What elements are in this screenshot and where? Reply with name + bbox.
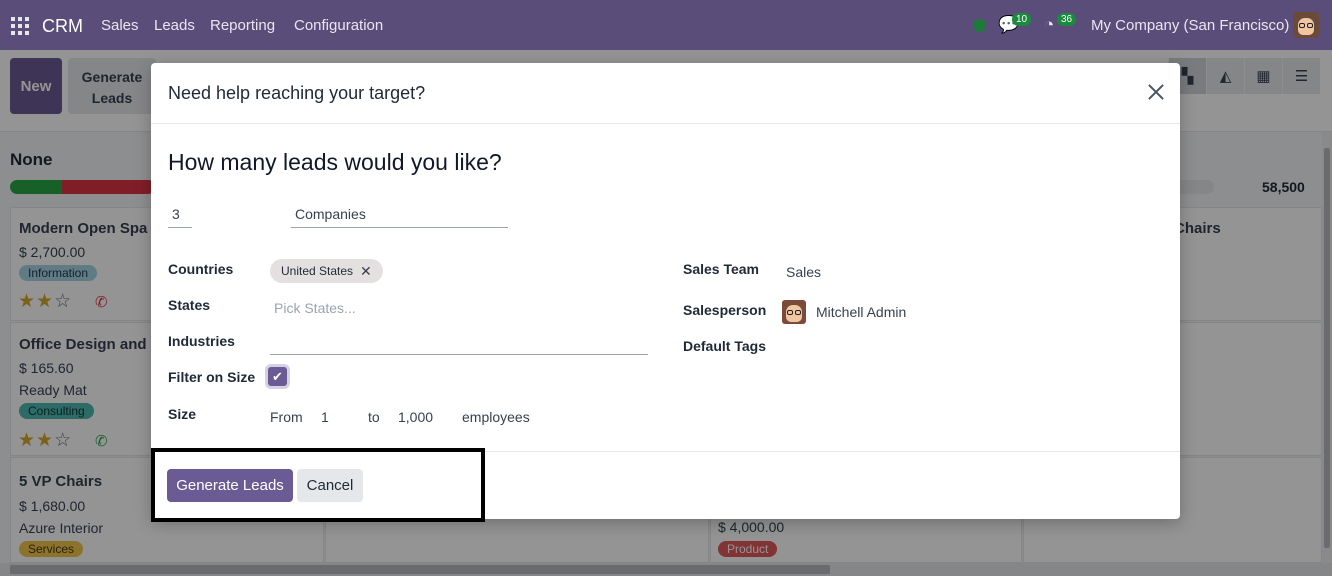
close-icon[interactable] — [1145, 81, 1167, 103]
menu-configuration[interactable]: Configuration — [294, 17, 383, 34]
dialog-title: Need help reaching your target? — [168, 83, 426, 103]
filter-on-size-checkbox[interactable]: ✔ — [268, 367, 287, 386]
chat-count-badge: 10 — [1012, 13, 1032, 26]
countries-label: Countries — [168, 261, 234, 277]
default-tags-label: Default Tags — [683, 338, 766, 354]
states-input[interactable]: Pick States... — [274, 300, 356, 316]
company-switcher[interactable]: My Company (San Francisco) — [1091, 17, 1289, 34]
salesperson-label: Salesperson — [683, 302, 767, 318]
industries-label: Industries — [168, 333, 235, 349]
annotation-highlight-box — [151, 448, 485, 522]
dialog-header: Need help reaching your target? — [151, 63, 1180, 124]
size-from-label: From — [270, 409, 303, 425]
activity-count-badge: 36 — [1057, 13, 1077, 26]
apps-grid-icon[interactable] — [11, 17, 29, 35]
menu-reporting[interactable]: Reporting — [210, 17, 275, 34]
size-label: Size — [168, 406, 197, 422]
states-label: States — [168, 297, 211, 313]
filter-on-size-label: Filter on Size — [168, 369, 256, 385]
remove-chip-icon[interactable]: ✕ — [360, 264, 372, 278]
menu-leads[interactable]: Leads — [154, 17, 195, 34]
sales-team-label: Sales Team — [683, 261, 760, 277]
activity-clock-icon[interactable]: ◔ — [1044, 15, 1054, 35]
country-chip[interactable]: United States ✕ — [270, 259, 383, 283]
user-avatar[interactable] — [1293, 12, 1319, 38]
dialog-heading: How many leads would you like? — [168, 149, 502, 175]
top-navbar: CRM Sales Leads Reporting Configuration … — [0, 0, 1332, 50]
menu-sales[interactable]: Sales — [101, 17, 139, 34]
country-chip-label: United States — [281, 264, 354, 278]
lead-target-select[interactable]: Companies — [291, 204, 508, 228]
salesperson-value[interactable]: Mitchell Admin — [816, 304, 906, 320]
salesperson-avatar — [782, 300, 806, 324]
app-brand[interactable]: CRM — [42, 16, 83, 37]
sales-team-value[interactable]: Sales — [786, 264, 821, 280]
status-indicator — [973, 19, 986, 32]
check-icon: ✔ — [272, 368, 283, 384]
lead-count-input[interactable]: 3 — [168, 204, 192, 228]
size-unit: employees — [462, 409, 530, 425]
size-to-label: to — [368, 409, 380, 425]
size-from-input[interactable]: 1 — [321, 409, 329, 425]
industries-input[interactable] — [270, 333, 648, 355]
size-to-input[interactable]: 1,000 — [398, 409, 433, 425]
